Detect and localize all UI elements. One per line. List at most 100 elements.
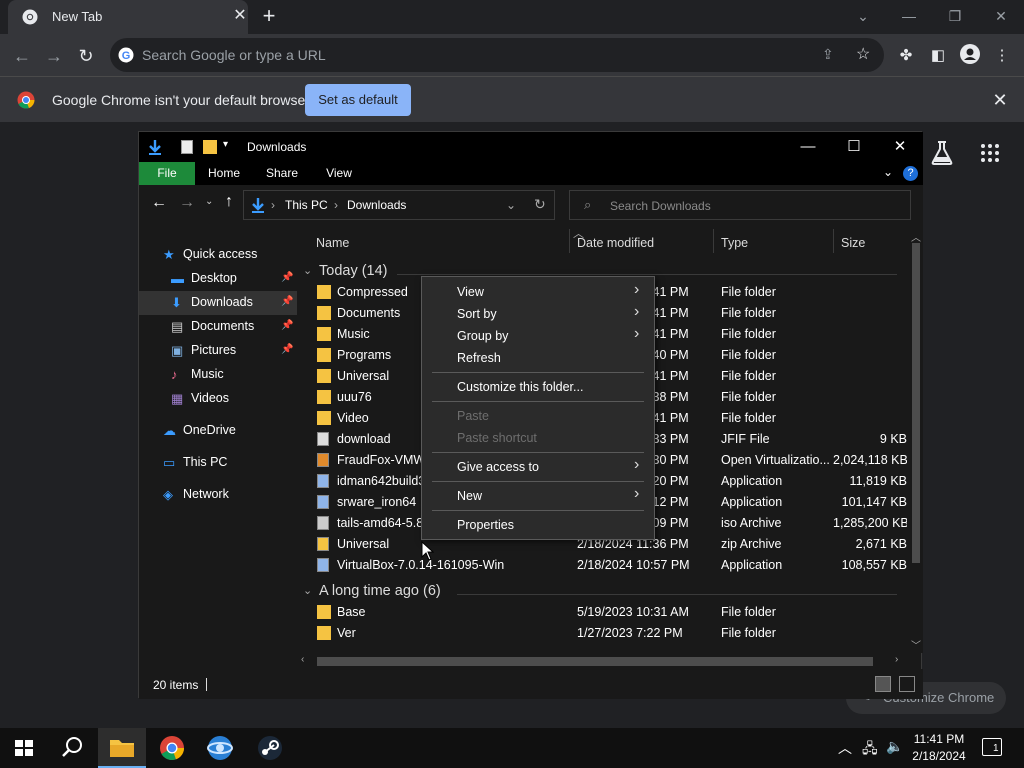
forward-button[interactable]: →: [40, 42, 68, 70]
address-dropdown-icon[interactable]: ⌄: [506, 198, 516, 212]
column-date-modified[interactable]: Date modified: [577, 229, 654, 257]
explorer-minimize-button[interactable]: —: [785, 132, 831, 162]
large-icons-view-icon[interactable]: [899, 676, 915, 692]
explorer-maximize-button[interactable]: ☐: [831, 132, 877, 162]
start-button[interactable]: [0, 728, 48, 768]
side-panel-icon[interactable]: ◧: [924, 42, 952, 70]
recent-locations-icon[interactable]: ⌄: [205, 196, 213, 207]
google-apps-icon[interactable]: [980, 143, 1000, 163]
file-type: Application: [721, 558, 783, 572]
menu-item-properties[interactable]: Properties: [424, 514, 652, 536]
share-icon[interactable]: ⇪: [822, 46, 834, 63]
minimize-button[interactable]: —: [886, 2, 932, 30]
menu-item-new[interactable]: New ›: [424, 485, 652, 507]
menu-item-customize-this-folder[interactable]: Customize this folder...: [424, 376, 652, 398]
address-bar[interactable]: › This PC › Downloads ⌄ ↻: [243, 190, 555, 220]
omnibox[interactable]: G Search Google or type a URL ⇪ ☆: [110, 38, 884, 72]
ribbon-tab-share[interactable]: Share: [257, 162, 307, 185]
collapse-chevron-icon[interactable]: ⌄: [303, 264, 312, 277]
back-button[interactable]: ←: [8, 42, 36, 70]
submenu-arrow-icon: ›: [634, 303, 640, 320]
nav-item-onedrive[interactable]: ☁ OneDrive: [139, 419, 297, 443]
vertical-scrollbar[interactable]: ︿ ﹀: [909, 229, 923, 653]
vertical-scroll-thumb[interactable]: [912, 243, 920, 563]
chrome-taskbar-icon[interactable]: [148, 728, 196, 768]
address-row: ← → ⌄ ↑ › This PC › Downloads ⌄ ↻ ⌕ Sear…: [139, 185, 923, 229]
restore-button[interactable]: ❐: [932, 2, 978, 30]
ribbon-tab-file[interactable]: File: [139, 162, 195, 185]
tab-search-icon[interactable]: ⌄: [840, 2, 886, 30]
help-icon[interactable]: ?: [903, 166, 918, 181]
new-folder-quick-icon[interactable]: [203, 140, 217, 154]
column-type[interactable]: Type: [721, 229, 748, 257]
explorer-forward-icon[interactable]: →: [179, 194, 195, 212]
extensions-icon[interactable]: ✤: [892, 42, 920, 70]
search-taskbar-icon[interactable]: [48, 728, 96, 768]
scroll-left-icon[interactable]: ‹: [301, 654, 304, 665]
nav-item-pictures[interactable]: ▣ Pictures 📌: [139, 339, 297, 363]
ribbon-tab-view[interactable]: View: [314, 162, 364, 185]
profile-avatar[interactable]: [960, 44, 980, 64]
bookmark-star-icon[interactable]: ☆: [856, 44, 870, 64]
ribbon-tab-home[interactable]: Home: [199, 162, 249, 185]
tab-new-tab[interactable]: New Tab ✕: [8, 0, 248, 34]
column-size[interactable]: Size: [841, 229, 865, 257]
close-button[interactable]: ✕: [978, 2, 1024, 30]
breadcrumb-this-pc[interactable]: This PC: [285, 198, 328, 212]
set-default-button[interactable]: Set as default: [305, 84, 411, 116]
explorer-back-icon[interactable]: ←: [151, 194, 167, 212]
tray-overflow-icon[interactable]: ︿: [838, 738, 852, 758]
clock-date[interactable]: 2/18/2024: [906, 749, 972, 763]
nav-item-network[interactable]: ◈ Network: [139, 483, 297, 507]
nav-item-documents[interactable]: ▤ Documents 📌: [139, 315, 297, 339]
menu-item-label: New: [457, 489, 483, 503]
column-divider[interactable]: [569, 229, 570, 253]
column-name[interactable]: Name: [316, 229, 349, 257]
menu-item-group-by[interactable]: Group by ›: [424, 325, 652, 347]
infobar-close-icon[interactable]: ✕: [990, 90, 1010, 110]
menu-kebab-icon[interactable]: ⋮: [988, 42, 1016, 70]
scroll-up-icon[interactable]: ︿: [911, 229, 921, 244]
column-divider[interactable]: [833, 229, 834, 253]
file-row[interactable]: Ver 1/27/2023 7:22 PM File folder: [297, 623, 909, 644]
file-explorer-taskbar-icon[interactable]: [98, 728, 146, 768]
refresh-icon[interactable]: ↻: [534, 196, 546, 213]
horizontal-scroll-thumb[interactable]: [317, 657, 873, 666]
up-folder-icon[interactable]: ↑: [225, 193, 233, 211]
menu-item-sort-by[interactable]: Sort by ›: [424, 303, 652, 325]
tab-close-icon[interactable]: ✕: [232, 8, 248, 24]
labs-flask-icon[interactable]: [930, 140, 954, 166]
breadcrumb-downloads[interactable]: Downloads: [347, 198, 406, 212]
nav-item-desktop[interactable]: ▬ Desktop 📌: [139, 267, 297, 291]
new-tab-button[interactable]: +: [258, 5, 280, 28]
scroll-down-icon[interactable]: ﹀: [911, 637, 921, 652]
file-row[interactable]: VirtualBox-7.0.14-161095-Win 2/18/2024 10…: [297, 555, 909, 576]
horizontal-scrollbar[interactable]: ‹ ›: [297, 653, 909, 669]
notification-center-icon[interactable]: 1: [982, 738, 1002, 756]
ribbon-expand-icon[interactable]: ⌄: [883, 165, 893, 179]
nav-item-downloads[interactable]: ⬇ Downloads 📌: [139, 291, 297, 315]
steam-taskbar-icon[interactable]: [246, 728, 294, 768]
properties-quick-icon[interactable]: [181, 140, 193, 154]
nav-item-quick-access[interactable]: ★ Quick access: [139, 243, 297, 267]
zip-icon: [317, 537, 329, 551]
search-downloads-input[interactable]: ⌕ Search Downloads: [569, 190, 911, 220]
nav-item-this-pc[interactable]: ▭ This PC: [139, 451, 297, 475]
clock-time[interactable]: 11:41 PM: [906, 732, 972, 746]
nav-item-music[interactable]: ♪ Music: [139, 363, 297, 387]
scroll-right-icon[interactable]: ›: [895, 654, 898, 665]
quick-access-dropdown-icon[interactable]: ▾: [223, 139, 228, 150]
volume-muted-tray-icon[interactable]: 🔈: [886, 738, 903, 755]
nav-item-videos[interactable]: ▦ Videos: [139, 387, 297, 411]
network-tray-icon[interactable]: 🖧: [862, 738, 878, 762]
menu-item-view[interactable]: View ›: [424, 281, 652, 303]
details-view-icon[interactable]: [875, 676, 891, 692]
explorer-close-button[interactable]: ✕: [877, 132, 923, 162]
collapse-chevron-icon[interactable]: ⌄: [303, 584, 312, 597]
menu-item-refresh[interactable]: Refresh: [424, 347, 652, 369]
menu-item-give-access-to[interactable]: Give access to ›: [424, 456, 652, 478]
iron-browser-taskbar-icon[interactable]: [196, 728, 244, 768]
column-divider[interactable]: [713, 229, 714, 253]
file-row[interactable]: Base 5/19/2023 10:31 AM File folder: [297, 602, 909, 623]
reload-button[interactable]: ↻: [72, 42, 100, 70]
